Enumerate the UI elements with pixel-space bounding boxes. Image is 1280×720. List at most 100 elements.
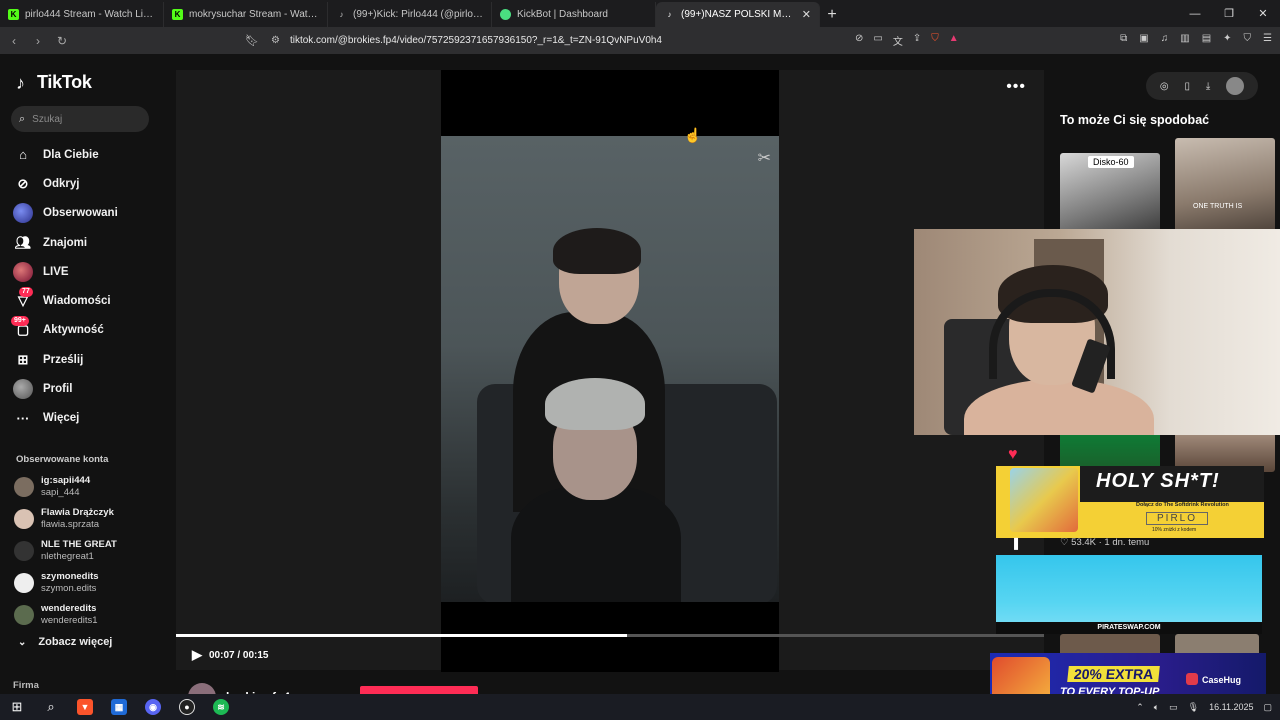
taskbar-search-icon[interactable]: ⌕: [34, 694, 68, 720]
obs-icon[interactable]: ●: [170, 694, 204, 720]
tiktok-icon: ♪: [339, 10, 344, 19]
network-icon[interactable]: ▭: [1169, 702, 1178, 713]
nav-item-wiecej[interactable]: ··· Więcej: [13, 404, 118, 433]
nav-item-wiadomosci[interactable]: ▽ 77 Wiadomości: [13, 286, 118, 315]
restore-icon[interactable]: ❐: [1212, 0, 1246, 27]
profile-icon: [13, 379, 33, 400]
account-name: szymonedits: [41, 571, 99, 582]
reader-icon[interactable]: ▭: [873, 33, 882, 48]
close-window-icon[interactable]: ✕: [1246, 0, 1280, 27]
nav-item-dla-ciebie[interactable]: ⌂ Dla Ciebie: [13, 140, 118, 169]
account-item[interactable]: szymonedits szymon.edits: [14, 567, 117, 599]
browser-tab[interactable]: ♪ (99+)Kick: Pirlo444 (@pirlo444shoty): [328, 2, 492, 27]
vpn-icon[interactable]: ⛉: [1244, 33, 1252, 44]
browser-tabbar: K pirlo444 Stream - Watch Live on K mokr…: [0, 0, 1280, 27]
url-text[interactable]: tiktok.com/@brokies.fp4/video/7572592371…: [290, 35, 662, 46]
recommendation-thumbnail[interactable]: ONE TRUTH IS: [1175, 138, 1275, 233]
mic-icon[interactable]: 🎙︎: [1188, 702, 1199, 713]
screen: K pirlo444 Stream - Watch Live on K mokr…: [0, 0, 1280, 720]
share-icon[interactable]: ⇪: [913, 33, 921, 48]
recommendations-title: To może Ci się spodobać: [1060, 113, 1210, 127]
window-controls: — ❐ ✕: [1178, 0, 1280, 27]
nav-label: Aktywność: [43, 324, 104, 337]
account-item[interactable]: ig:sapii444 sapi_444: [14, 471, 117, 503]
download-icon[interactable]: ⤓: [1206, 81, 1210, 92]
bookmark-icon[interactable]: 🔖︎: [245, 34, 259, 47]
tiktok-logo[interactable]: ♪ TikTok: [16, 72, 92, 93]
user-avatar[interactable]: [1226, 77, 1245, 95]
menu-icon[interactable]: ☰: [1263, 33, 1272, 44]
coins-icon[interactable]: ◎: [1160, 81, 1169, 92]
sidebar-icon[interactable]: ▥: [1180, 33, 1189, 44]
home-icon: ⌂: [19, 147, 27, 163]
site-settings-icon[interactable]: ⚙: [271, 35, 280, 46]
search-input[interactable]: ⌕ Szukaj: [11, 106, 149, 132]
browser-tab-active[interactable]: ♪ (99+)NASZ POLSKI MARLON @p ✕: [656, 2, 820, 27]
nav-item-znajomi[interactable]: 👥︎ Znajomi: [13, 228, 118, 257]
discord-icon[interactable]: ◉: [136, 694, 170, 720]
browser-tab[interactable]: K mokrysuchar Stream - Watch Live: [164, 2, 328, 27]
translate-icon[interactable]: 文: [893, 33, 903, 48]
clock-date[interactable]: 16.11.2025: [1209, 702, 1253, 712]
brave-browser-icon[interactable]: ▼: [68, 694, 102, 720]
video-progress-bar[interactable]: [176, 634, 1044, 637]
reload-icon[interactable]: ↻: [52, 34, 72, 48]
video-stats: ♡ 53.4K · 1 dn. temu: [1060, 537, 1150, 548]
account-item[interactable]: Flawia Drążczyk flawia.sprzata: [14, 503, 117, 535]
close-tab-icon[interactable]: ✕: [802, 8, 811, 21]
speaker-icon[interactable]: 🔈︎: [1154, 702, 1159, 713]
nav-item-obserwowani[interactable]: Obserwowani: [13, 199, 118, 228]
avatar: [14, 477, 34, 497]
logo-text: TikTok: [37, 72, 92, 92]
account-item[interactable]: wenderedits wenderedits1: [14, 599, 117, 631]
nav-item-przeslij[interactable]: ⊞ Prześlij: [13, 345, 118, 374]
kick-icon: K: [8, 9, 19, 20]
minimize-icon[interactable]: —: [1178, 0, 1212, 27]
recommendation-thumbnail[interactable]: Disko-60: [1060, 153, 1160, 233]
video-time: 00:07 / 00:15: [209, 649, 269, 661]
nav-item-aktywnosc[interactable]: ▢ 99+ Aktywność: [11, 316, 118, 345]
like-icon[interactable]: ♥: [1008, 446, 1018, 464]
forward-icon[interactable]: ›: [28, 34, 48, 48]
more-options-icon[interactable]: •••: [1006, 78, 1026, 96]
avatar: [14, 573, 34, 593]
account-handle: szymon.edits: [41, 583, 97, 594]
browser-tab[interactable]: K pirlo444 Stream - Watch Live on: [0, 2, 164, 27]
no-tracking-icon[interactable]: ⊘: [855, 33, 863, 48]
taskbar: ⊞ ⌕ ▼ ▦ ◉ ● ≋ ⌃ 🔈︎ ▭ 🎙︎ 16.11.2025 ▢: [0, 694, 1280, 720]
video-player[interactable]: ✂: [441, 70, 779, 672]
nav-item-live[interactable]: LIVE: [13, 257, 118, 286]
extensions-icon[interactable]: ⧉: [1120, 33, 1127, 44]
upload-icon: ⊞: [17, 351, 29, 367]
play-icon[interactable]: ▶: [192, 647, 202, 663]
chevron-up-icon[interactable]: ⌃: [1136, 702, 1144, 713]
spotify-icon[interactable]: ≋: [204, 694, 238, 720]
browser-tab[interactable]: KickBot | Dashboard: [492, 2, 656, 27]
account-name: Flawia Drążczyk: [41, 507, 114, 518]
account-item[interactable]: NLE THE GREAT nlethegreat1: [14, 535, 117, 567]
calculator-icon[interactable]: ▦: [102, 694, 136, 720]
bookmark-icon[interactable]: ❚: [1011, 536, 1021, 550]
nav-list: ⌂ Dla Ciebie ⊘ Odkryj Obserwowani 👥︎ Zna…: [11, 140, 118, 433]
system-tray: ⌃ 🔈︎ ▭ 🎙︎ 16.11.2025 ▢: [1136, 694, 1272, 720]
see-more-button[interactable]: ⌄ Zobacz więcej: [18, 636, 112, 648]
wallet-icon[interactable]: ▤: [1202, 33, 1211, 44]
video-frame: ✂: [441, 136, 779, 602]
device-icon[interactable]: ▯: [1184, 81, 1190, 92]
messages-badge: 77: [19, 287, 33, 298]
search-icon: ⌕: [19, 112, 26, 125]
back-icon[interactable]: ‹: [4, 34, 24, 48]
brave-rewards-icon[interactable]: ▲: [949, 33, 959, 48]
windows-start-icon[interactable]: ⊞: [0, 694, 34, 720]
notifications-icon[interactable]: ▢: [1263, 702, 1272, 713]
nav-item-odkryj[interactable]: ⊘ Odkryj: [13, 169, 118, 198]
thumbnail-caption: ONE TRUTH IS: [1193, 203, 1243, 210]
brave-shield-icon[interactable]: ⛉: [931, 33, 939, 48]
screenshot-icon[interactable]: ▣: [1139, 33, 1148, 44]
new-tab-button[interactable]: +: [820, 2, 844, 27]
ad-headline: HOLY SH*T!: [1096, 470, 1220, 492]
nav-item-profil[interactable]: Profil: [13, 374, 118, 403]
leo-icon[interactable]: ✦: [1223, 33, 1231, 44]
live-icon: [13, 261, 33, 282]
music-icon[interactable]: ♫: [1161, 33, 1169, 44]
